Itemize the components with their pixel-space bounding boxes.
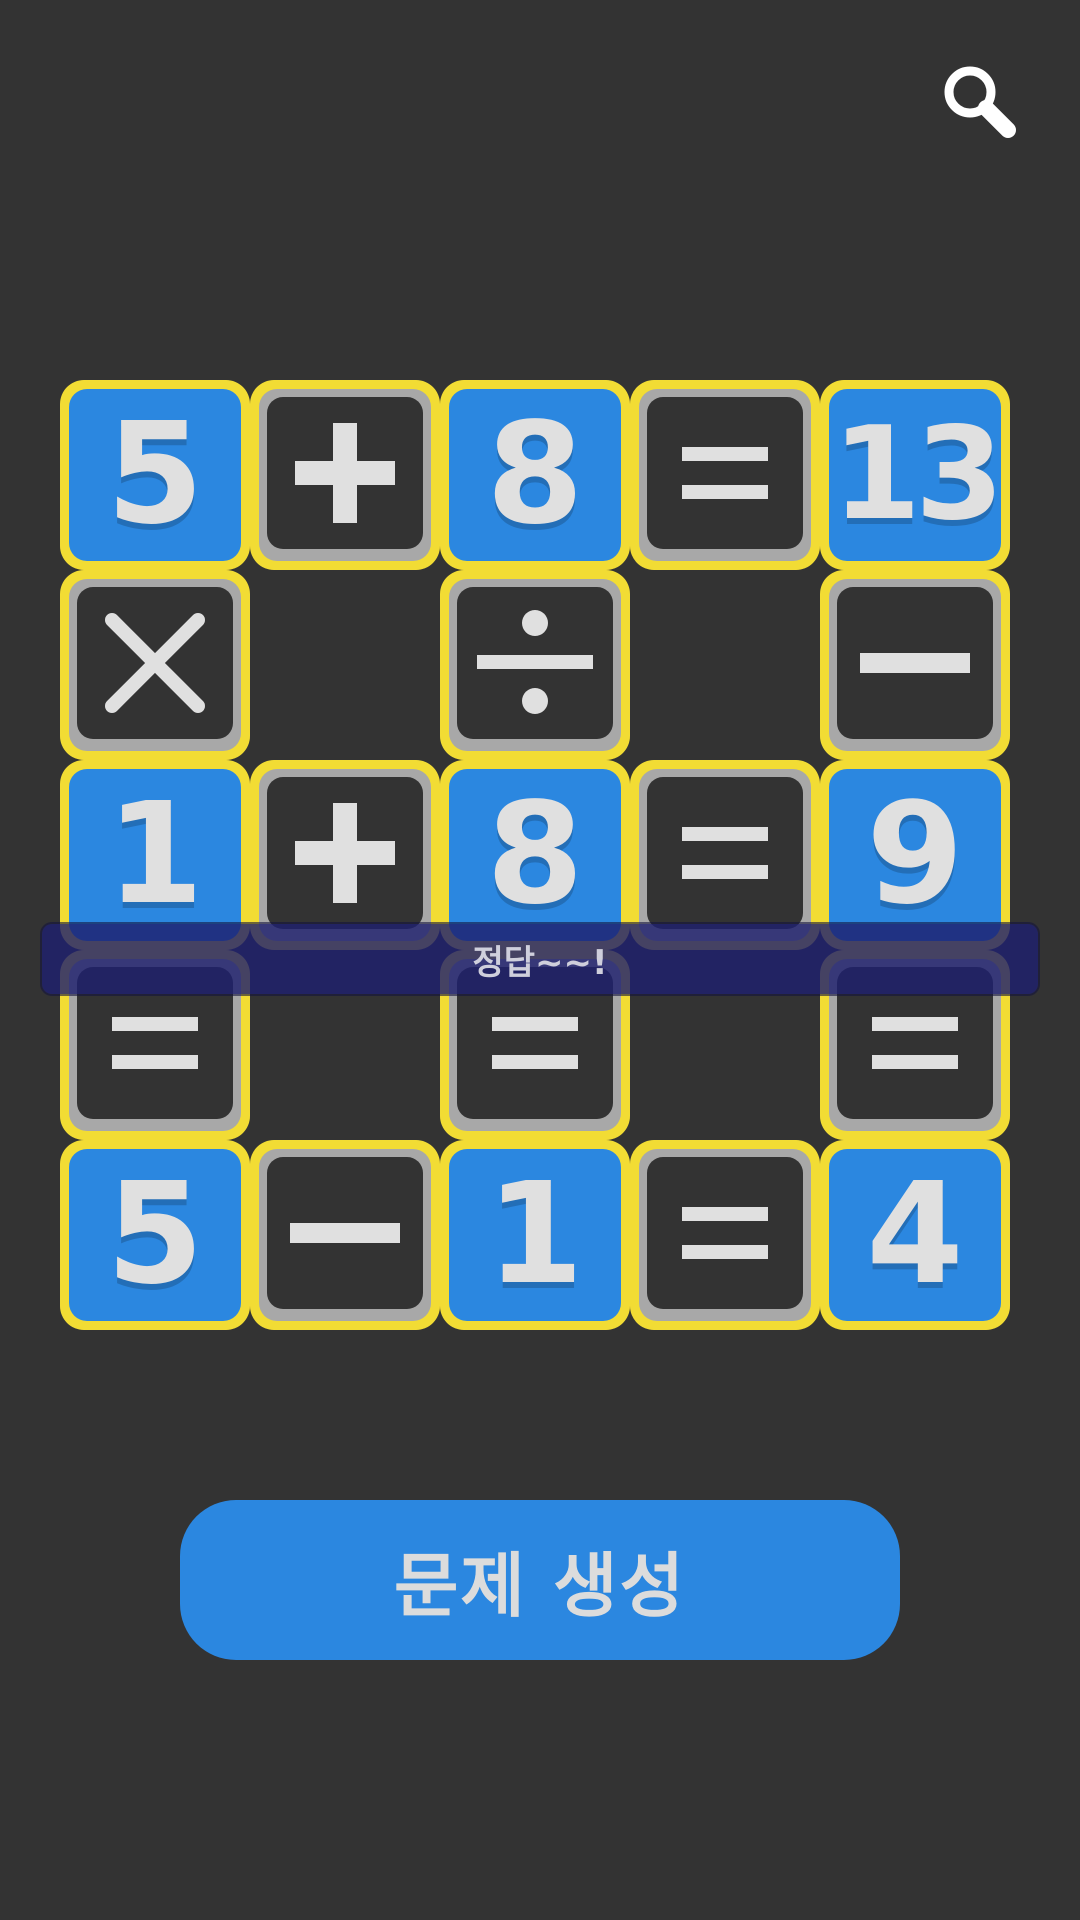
grid-cell-r4-c4[interactable]: 4 [820, 1140, 1010, 1330]
grid-cell-r2-c3 [630, 760, 820, 950]
grid-cell-r4-c0[interactable]: 5 [60, 1140, 250, 1330]
minus-operator [267, 1157, 423, 1309]
grid-cell-r1-c2 [440, 570, 630, 760]
cell-value: 1 [449, 1149, 621, 1321]
cell-value: 1 [69, 769, 241, 941]
correct-answer-toast: 정답~~! [42, 924, 1038, 994]
cell-value: 5 [69, 389, 241, 561]
multiply-operator [77, 587, 233, 739]
equals-icon [492, 1017, 578, 1069]
magnifier-icon [944, 66, 1016, 138]
plus-icon [295, 803, 395, 903]
equals-operator [647, 1157, 803, 1309]
divide-operator [457, 587, 613, 739]
multiply-icon [105, 613, 205, 713]
cell-value: 13 [829, 389, 1004, 561]
cell-value: 8 [449, 389, 621, 561]
minus-icon [860, 653, 970, 673]
plus-icon [295, 423, 395, 523]
grid-cell-r4-c1 [250, 1140, 440, 1330]
grid-cell-r4-c2[interactable]: 1 [440, 1140, 630, 1330]
generate-problem-button[interactable]: 문제 생성 [180, 1500, 900, 1660]
grid-cell-r1-c4 [820, 570, 1010, 760]
grid-cell-r4-c3 [630, 1140, 820, 1330]
grid-cell-r0-c1 [250, 380, 440, 570]
equals-operator [647, 397, 803, 549]
cell-value: 9 [829, 769, 1001, 941]
grid-cell-r1-c0 [60, 570, 250, 760]
grid-cell-r2-c2[interactable]: 8 [440, 760, 630, 950]
minus-operator [837, 587, 993, 739]
cell-value: 4 [829, 1149, 1001, 1321]
grid-cell-r0-c0[interactable]: 5 [60, 380, 250, 570]
grid-cell-r2-c0[interactable]: 1 [60, 760, 250, 950]
equals-icon [872, 1017, 958, 1069]
grid-cell-r0-c2[interactable]: 8 [440, 380, 630, 570]
plus-operator [267, 397, 423, 549]
minus-icon [290, 1223, 400, 1243]
divide-icon [477, 610, 593, 714]
grid-cell-r2-c4[interactable]: 9 [820, 760, 1010, 950]
equals-icon [112, 1017, 198, 1069]
cell-value: 5 [69, 1149, 241, 1321]
grid-cell-r2-c1 [250, 760, 440, 950]
grid-cell-r0-c4[interactable]: 13 [820, 380, 1010, 570]
puzzle-grid: 5 8 13 1 8 9 5 1 4 [60, 380, 1020, 1340]
grid-cell-r0-c3 [630, 380, 820, 570]
plus-operator [267, 777, 423, 929]
equals-icon [682, 1207, 768, 1259]
equals-icon [682, 827, 768, 879]
equals-icon [682, 447, 768, 499]
search-button[interactable] [940, 62, 1020, 142]
cell-value: 8 [449, 769, 621, 941]
equals-operator [647, 777, 803, 929]
